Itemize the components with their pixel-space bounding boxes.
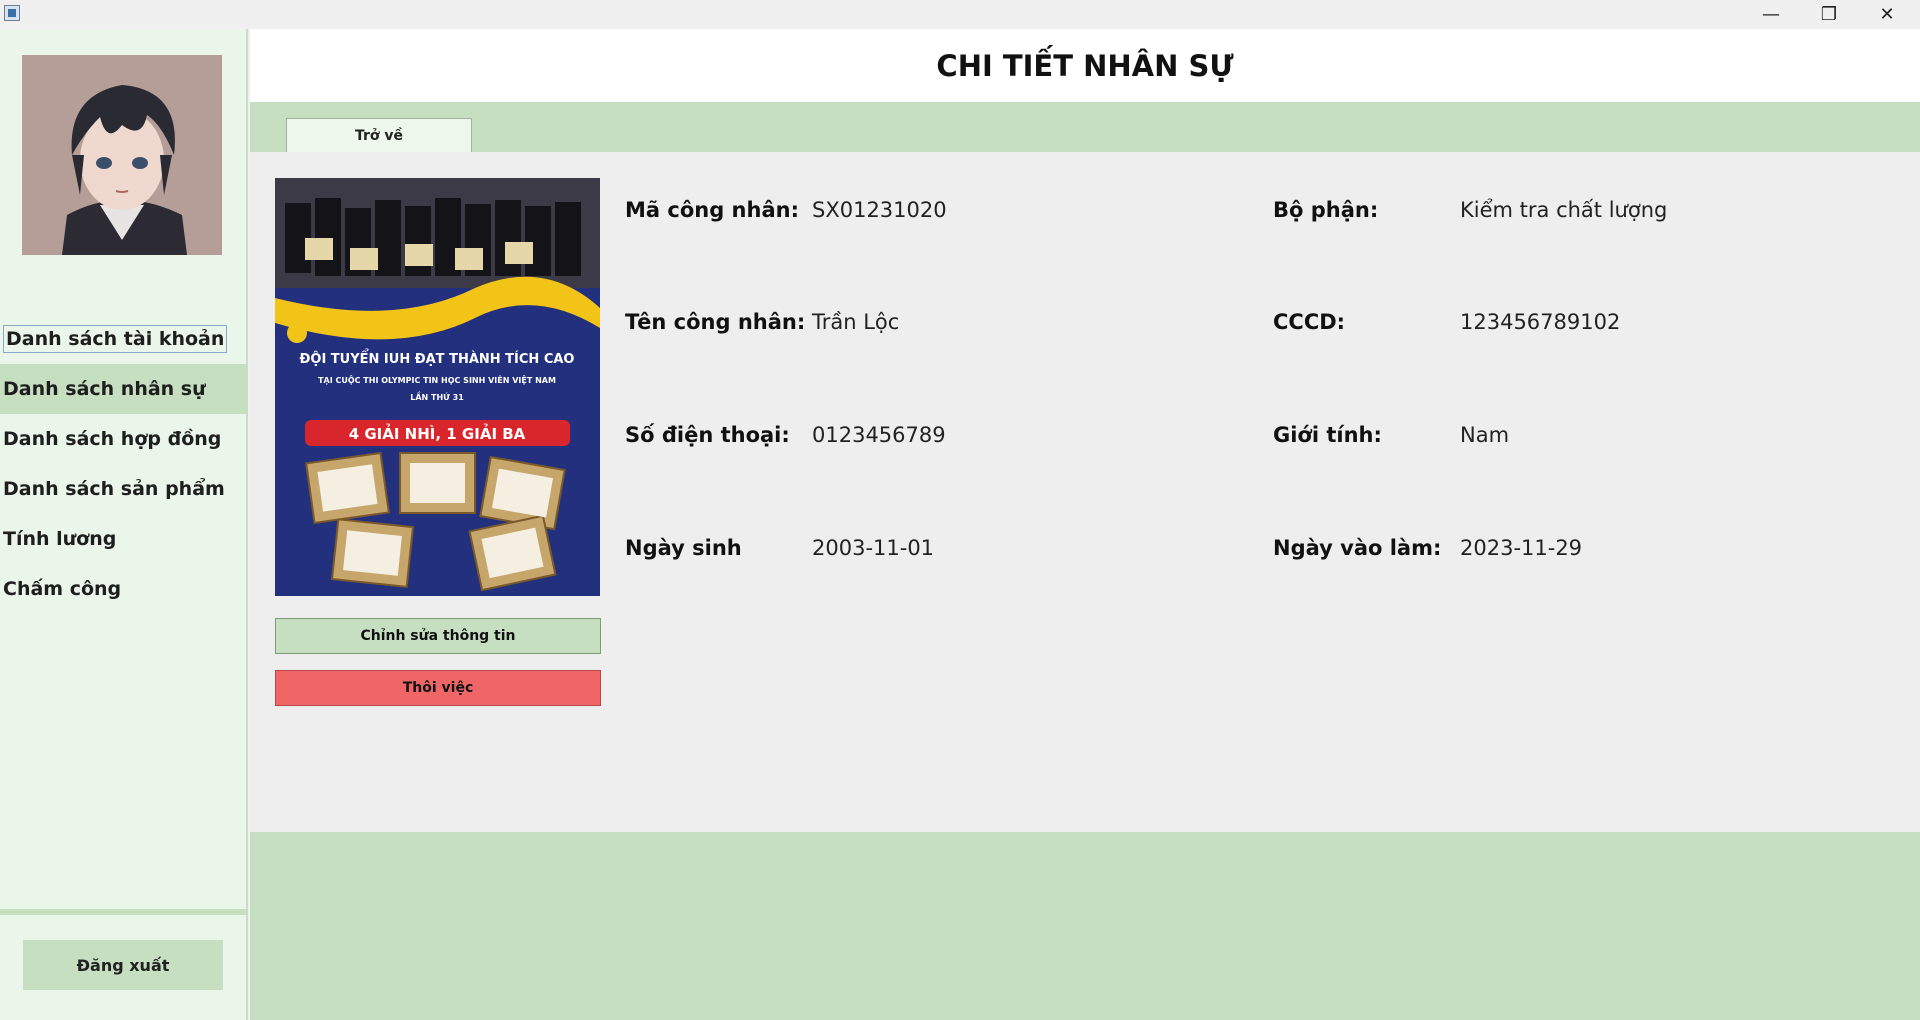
sidebar-item-attendance[interactable]: Chấm công	[0, 564, 246, 614]
poster-banner: 4 GIẢI NHÌ, 1 GIẢI BA	[349, 422, 526, 443]
employee-detail-panel: ĐỘI TUYỂN IUH ĐẠT THÀNH TÍCH CAO TẠI CUỘ…	[250, 152, 1920, 832]
start-date-label: Ngày vào làm:	[1273, 536, 1442, 560]
phone-value: 0123456789	[812, 423, 946, 447]
sidebar-item-products[interactable]: Danh sách sản phẩm	[0, 464, 246, 514]
employee-name-label: Tên công nhân:	[625, 310, 806, 334]
close-icon: ✕	[1879, 4, 1895, 25]
poster-headline: ĐỘI TUYỂN IUH ĐẠT THÀNH TÍCH CAO	[300, 349, 575, 367]
employee-id-label: Mã công nhân:	[625, 198, 799, 222]
sidebar-item-label: Danh sách tài khoản	[3, 325, 228, 353]
tab-back[interactable]: Trở về	[286, 118, 472, 152]
sidebar-item-label: Danh sách nhân sự	[3, 378, 206, 400]
sidebar-item-label: Tính lương	[3, 528, 117, 550]
birthday-label: Ngày sinh	[625, 536, 742, 560]
edit-info-button[interactable]: Chỉnh sửa thông tin	[275, 618, 601, 654]
sidebar-item-employees[interactable]: Danh sách nhân sự	[0, 364, 246, 414]
start-date-value: 2023-11-29	[1460, 536, 1583, 560]
page-title: CHI TIẾT NHÂN SỰ	[936, 48, 1234, 83]
window-titlebar: — ❐ ✕	[0, 0, 1920, 29]
birthday-value: 2003-11-01	[812, 536, 935, 560]
restore-icon: ❐	[1820, 4, 1838, 25]
page-header: CHI TIẾT NHÂN SỰ	[250, 29, 1920, 102]
poster-subline: TẠI CUỘC THI OLYMPIC TIN HỌC SINH VIÊN V…	[318, 374, 556, 385]
sidebar: Danh sách tài khoản Danh sách nhân sự Da…	[0, 29, 248, 1020]
java-app-icon	[4, 5, 20, 21]
award-poster-image: ĐỘI TUYỂN IUH ĐẠT THÀNH TÍCH CAO TẠI CUỘ…	[275, 178, 600, 596]
employee-name-value: Trần Lộc	[812, 310, 900, 334]
minimize-button[interactable]: —	[1742, 0, 1800, 29]
phone-label: Số điện thoại:	[625, 423, 790, 447]
logout-button[interactable]: Đăng xuất	[23, 940, 223, 990]
sidebar-item-label: Danh sách hợp đồng	[3, 428, 222, 450]
footer-band	[250, 832, 1920, 1020]
close-button[interactable]: ✕	[1858, 0, 1916, 29]
tab-strip: Trở về	[250, 102, 1920, 152]
restore-button[interactable]: ❐	[1800, 0, 1858, 29]
resign-button[interactable]: Thôi việc	[275, 670, 601, 706]
avatar	[22, 55, 222, 255]
sidebar-item-label: Chấm công	[3, 578, 122, 600]
gender-label: Giới tính:	[1273, 423, 1382, 447]
sidebar-item-contracts[interactable]: Danh sách hợp đồng	[0, 414, 246, 464]
employee-photo: ĐỘI TUYỂN IUH ĐẠT THÀNH TÍCH CAO TẠI CUỘ…	[275, 178, 600, 596]
sidebar-item-accounts[interactable]: Danh sách tài khoản	[0, 314, 246, 364]
anime-avatar-image	[22, 55, 222, 255]
sidebar-item-payroll[interactable]: Tính lương	[0, 514, 246, 564]
department-value: Kiểm tra chất lượng	[1460, 198, 1668, 222]
minimize-icon: —	[1762, 4, 1780, 25]
gender-value: Nam	[1460, 423, 1510, 447]
sidebar-divider	[0, 909, 246, 915]
sidebar-menu: Danh sách tài khoản Danh sách nhân sự Da…	[0, 314, 246, 614]
cccd-label: CCCD:	[1273, 310, 1346, 334]
cccd-value: 123456789102	[1460, 310, 1621, 334]
employee-id-value: SX01231020	[812, 198, 947, 222]
department-label: Bộ phận:	[1273, 198, 1379, 222]
sidebar-item-label: Danh sách sản phẩm	[3, 478, 225, 500]
